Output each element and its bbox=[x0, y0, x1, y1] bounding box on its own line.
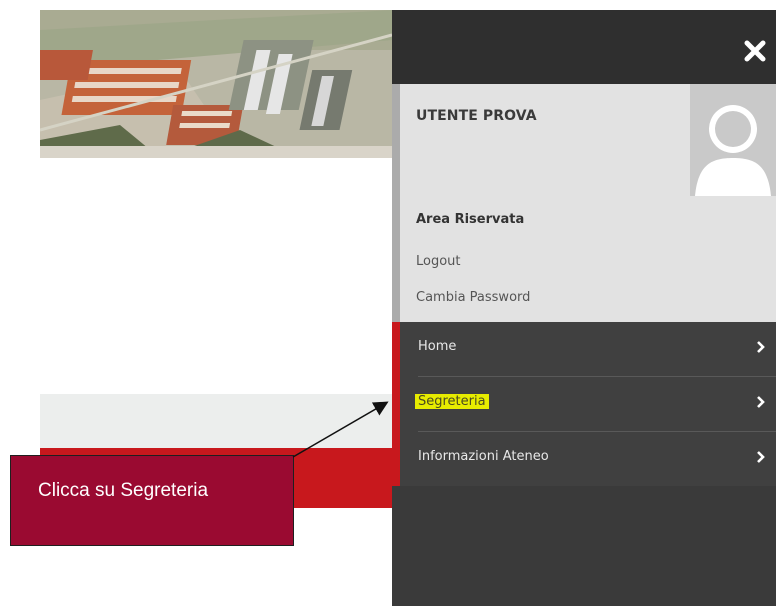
highlighted-label: Segreteria bbox=[415, 394, 489, 409]
chevron-right-icon bbox=[757, 341, 765, 353]
side-menu: UTENTE PROVA Area Riservata Logout Cambi… bbox=[392, 10, 776, 606]
avatar bbox=[690, 84, 776, 196]
menu-header bbox=[392, 10, 776, 84]
user-card: UTENTE PROVA Area Riservata Logout Cambi… bbox=[392, 84, 776, 322]
chevron-right-icon bbox=[757, 451, 765, 463]
tutorial-callout: Clicca su Segreteria bbox=[10, 455, 294, 546]
nav-item-label: Home bbox=[418, 339, 457, 354]
campus-aerial-photo bbox=[40, 10, 392, 158]
page-grey-band bbox=[40, 394, 392, 448]
campus-photo-graphic bbox=[40, 10, 392, 158]
main-nav: Home Segreteria Informazioni Ateneo bbox=[392, 322, 776, 486]
nav-item-segreteria[interactable]: Segreteria bbox=[400, 377, 776, 431]
nav-item-label: Segreteria bbox=[415, 394, 489, 409]
user-name: UTENTE PROVA bbox=[416, 108, 537, 124]
close-icon-graphic bbox=[744, 40, 766, 62]
close-icon[interactable] bbox=[742, 38, 768, 64]
nav-item-home[interactable]: Home bbox=[400, 322, 776, 376]
menu-empty-area bbox=[392, 486, 776, 606]
logout-link[interactable]: Logout bbox=[416, 254, 461, 269]
user-avatar-icon bbox=[690, 84, 776, 196]
nav-active-bar bbox=[392, 322, 400, 486]
change-password-link[interactable]: Cambia Password bbox=[416, 290, 530, 305]
callout-text: Clicca su Segreteria bbox=[38, 480, 209, 501]
nav-item-informazioni-ateneo[interactable]: Informazioni Ateneo bbox=[400, 432, 776, 486]
area-riservata-title: Area Riservata bbox=[416, 212, 525, 227]
nav-item-label: Informazioni Ateneo bbox=[418, 449, 549, 464]
chevron-right-icon bbox=[757, 396, 765, 408]
user-card-edge bbox=[392, 84, 400, 322]
